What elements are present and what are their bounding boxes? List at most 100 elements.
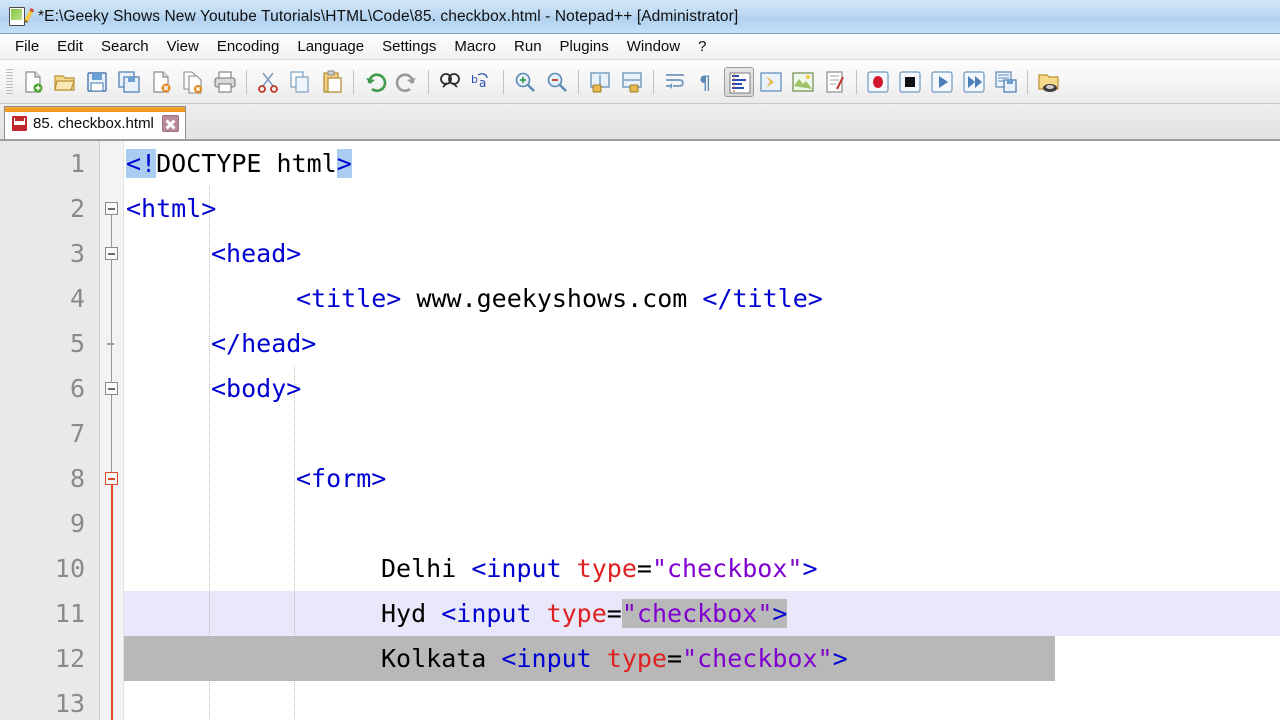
line-number-gutter: 1 2 3 4 5 6 7 8 9 10 11 12 13	[0, 141, 100, 720]
menu-item-window[interactable]: Window	[618, 36, 689, 57]
line-number: 3	[69, 239, 85, 268]
tab-85-checkbox-html[interactable]: 85. checkbox.html	[4, 106, 186, 139]
fold-toggle-line-2[interactable]	[105, 202, 118, 215]
toolbar-separator	[856, 69, 857, 94]
menu-item-edit[interactable]: Edit	[48, 36, 92, 57]
code-token: type	[606, 644, 667, 673]
code-token: >	[802, 554, 818, 583]
menu-item-language[interactable]: Language	[288, 36, 373, 57]
show-all-characters-icon[interactable]: ¶	[692, 67, 722, 97]
toolbar-separator	[428, 69, 429, 94]
close-all-files-icon[interactable]	[178, 67, 208, 97]
user-defined-dialog-icon[interactable]	[756, 67, 786, 97]
toolbar-separator	[578, 69, 579, 94]
editor-area[interactable]: 1 2 3 4 5 6 7 8 9 10 11 12 13 <!DOCTYPE html> <html> <…	[0, 140, 1280, 720]
line-number: 9	[69, 509, 85, 538]
code-line-12[interactable]: Kolkata <input type="checkbox">	[124, 636, 1280, 681]
code-token: <body>	[211, 374, 302, 403]
code-token: </head>	[211, 329, 317, 358]
code-token: "checkbox"	[651, 554, 803, 583]
close-icon[interactable]	[161, 114, 179, 132]
fold-margin[interactable]	[100, 141, 124, 720]
line-number: 6	[69, 374, 85, 403]
save-macro-icon[interactable]	[991, 67, 1021, 97]
line-number: 4	[69, 284, 85, 313]
toolbar-separator	[503, 69, 504, 94]
code-token: <!	[126, 149, 157, 178]
record-macro-icon[interactable]	[863, 67, 893, 97]
code-token: Kolkata	[381, 644, 502, 673]
code-line-6[interactable]: <body>	[124, 366, 1280, 411]
line-number: 1	[69, 149, 85, 178]
code-token: >	[772, 599, 788, 628]
code-token: type	[546, 599, 607, 628]
toolbar-grip[interactable]	[6, 68, 13, 95]
new-file-icon[interactable]	[18, 67, 48, 97]
code-line-8[interactable]: <form>	[124, 456, 1280, 501]
code-line-4[interactable]: <title> www.geekyshows.com </title>	[124, 276, 1280, 321]
svg-text:b: b	[471, 73, 478, 86]
menu-item-macro[interactable]: Macro	[445, 36, 505, 57]
code-line-7[interactable]	[124, 411, 1280, 456]
code-line-9[interactable]	[124, 501, 1280, 546]
open-file-icon[interactable]	[50, 67, 80, 97]
code-line-10[interactable]: Delhi <input type="checkbox">	[124, 546, 1280, 591]
cut-icon[interactable]	[253, 67, 283, 97]
code-token: <input	[441, 599, 547, 628]
code-line-13[interactable]	[124, 681, 1280, 720]
code-token: <html>	[126, 194, 217, 223]
menu-item-encoding[interactable]: Encoding	[208, 36, 289, 57]
fold-toggle-line-3[interactable]	[105, 247, 118, 260]
fold-toggle-line-8[interactable]	[105, 472, 118, 485]
find-icon[interactable]	[435, 67, 465, 97]
window-title: *E:\Geeky Shows New Youtube Tutorials\HT…	[38, 7, 739, 25]
print-icon[interactable]	[210, 67, 240, 97]
play-macro-icon[interactable]	[927, 67, 957, 97]
menu-item-run[interactable]: Run	[505, 36, 551, 57]
code-line-5[interactable]: </head>	[124, 321, 1280, 366]
zoom-in-icon[interactable]	[510, 67, 540, 97]
code-line-2[interactable]: <html>	[124, 186, 1280, 231]
line-number: 8	[69, 464, 85, 493]
menu-item-plugins[interactable]: Plugins	[551, 36, 618, 57]
run-macro-multiple-icon[interactable]	[959, 67, 989, 97]
menu-bar: File Edit Search View Encoding Language Settin…	[0, 34, 1280, 60]
menu-item-search[interactable]: Search	[92, 36, 158, 57]
copy-icon[interactable]	[285, 67, 315, 97]
code-token: Hyd	[381, 599, 442, 628]
save-all-icon[interactable]	[114, 67, 144, 97]
code-token: =	[636, 554, 652, 583]
menu-item-settings[interactable]: Settings	[373, 36, 445, 57]
code-token: <head>	[211, 239, 302, 268]
undo-icon[interactable]	[360, 67, 390, 97]
close-file-icon[interactable]	[146, 67, 176, 97]
sync-horizontal-scroll-icon[interactable]	[617, 67, 647, 97]
menu-item-file[interactable]: File	[6, 36, 48, 57]
save-icon[interactable]	[82, 67, 112, 97]
document-map-icon[interactable]	[788, 67, 818, 97]
fold-toggle-line-6[interactable]	[105, 382, 118, 395]
redo-icon[interactable]	[392, 67, 422, 97]
code-text-area[interactable]: <!DOCTYPE html> <html> <head> <title> www.g…	[124, 141, 1280, 720]
code-line-3[interactable]: <head>	[124, 231, 1280, 276]
function-list-icon[interactable]	[820, 67, 850, 97]
menu-item-view[interactable]: View	[158, 36, 208, 57]
paste-icon[interactable]	[317, 67, 347, 97]
code-token: "checkbox"	[682, 644, 833, 673]
code-token: type	[576, 554, 637, 583]
code-token: =	[667, 644, 683, 673]
sync-vertical-scroll-icon[interactable]	[585, 67, 615, 97]
code-line-11[interactable]: Hyd <input type="checkbox">	[124, 591, 1280, 636]
replace-icon[interactable]: ba	[467, 67, 497, 97]
menu-item-[interactable]: ?	[689, 36, 715, 57]
code-line-1[interactable]: <!DOCTYPE html>	[124, 141, 1280, 186]
folder-as-workspace-icon[interactable]	[1034, 67, 1064, 97]
word-wrap-icon[interactable]	[660, 67, 690, 97]
zoom-out-icon[interactable]	[542, 67, 572, 97]
code-token: <form>	[296, 464, 387, 493]
tab-label: 85. checkbox.html	[33, 114, 154, 132]
stop-recording-icon[interactable]	[895, 67, 925, 97]
indent-guideline-icon[interactable]	[724, 66, 754, 97]
code-token: <input	[501, 644, 607, 673]
code-token: www.geekyshows.com	[401, 284, 703, 313]
